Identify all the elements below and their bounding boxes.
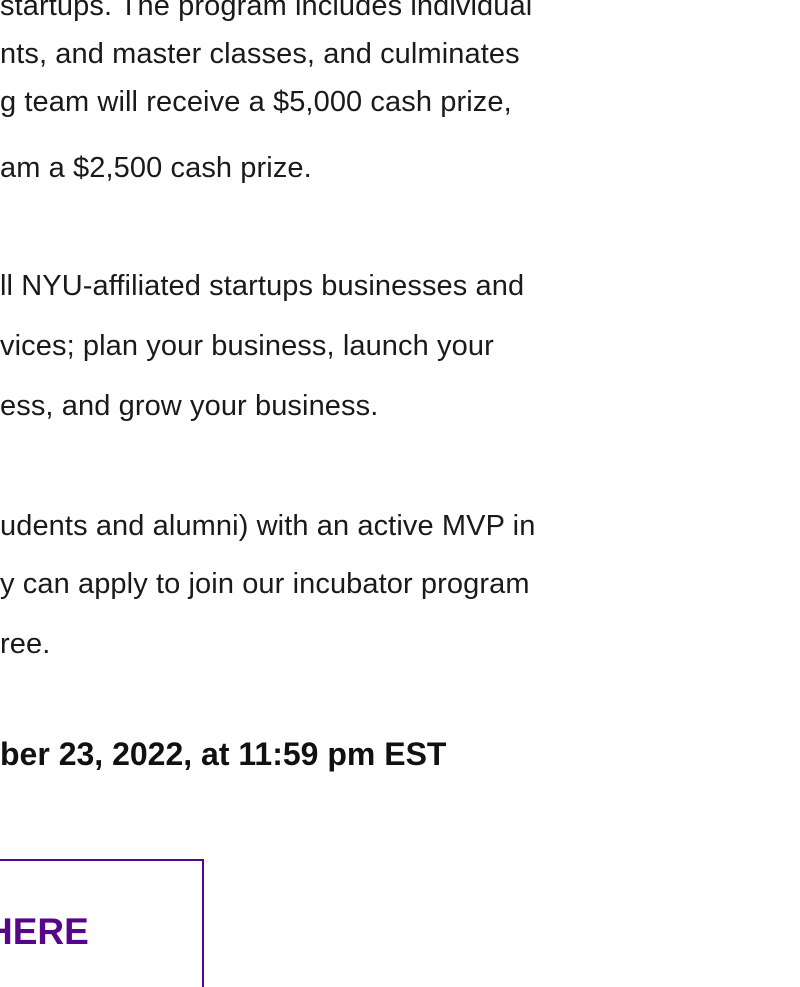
paragraph-2-line-3: ess, and grow your business. [0, 390, 379, 422]
application-deadline: ber 23, 2022, at 11:59 pm EST [0, 736, 447, 772]
paragraph-2-line-1: ll NYU-affiliated startups businesses an… [0, 270, 525, 302]
apply-here-button[interactable]: HERE [0, 859, 204, 987]
paragraph-1-line-2: nts, and master classes, and culminates [0, 38, 520, 70]
paragraph-1-line-4: am a $2,500 cash prize. [0, 152, 312, 184]
paragraph-3-line-1: udents and alumni) with an active MVP in [0, 510, 536, 542]
paragraph-2-line-2: vices; plan your business, launch your [0, 330, 494, 362]
paragraph-3-line-3: ree. [0, 628, 51, 660]
apply-here-label: HERE [0, 911, 89, 952]
paragraph-1-line-1: startups. The program includes individua… [0, 0, 533, 22]
article-page: startups. The program includes individua… [0, 0, 800, 987]
paragraph-1-line-3: g team will receive a $5,000 cash prize, [0, 86, 512, 118]
paragraph-3-line-2: y can apply to join our incubator progra… [0, 568, 530, 600]
